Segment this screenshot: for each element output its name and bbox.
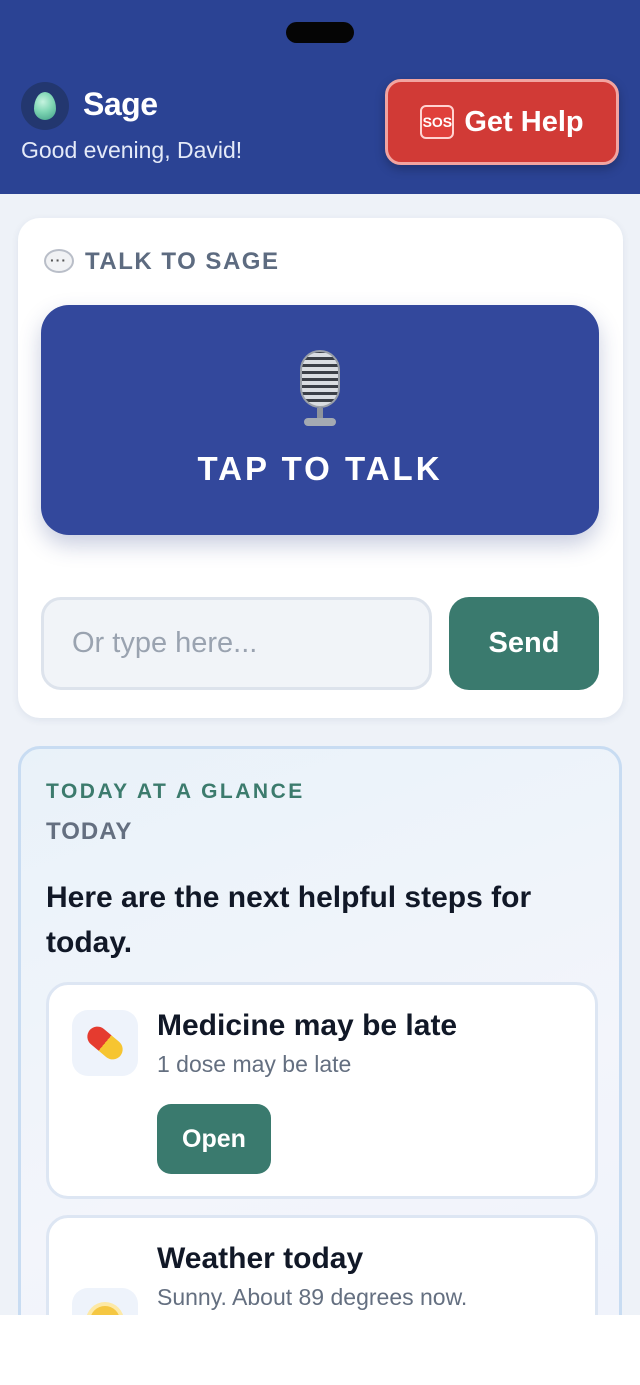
sun-icon	[72, 1288, 138, 1315]
medicine-step-card: Medicine may be late 1 dose may be late …	[46, 982, 598, 1199]
get-help-label: Get Help	[464, 105, 584, 138]
sos-icon: SOS	[420, 105, 455, 139]
tap-to-talk-button[interactable]: TAP TO TALK	[41, 305, 599, 535]
step-description: Sunny. About 89 degrees now.	[157, 1284, 468, 1310]
get-help-button[interactable]: SOS Get Help	[385, 79, 619, 165]
weather-step-card: Weather today Sunny. About 89 degrees no…	[46, 1215, 598, 1315]
talk-section-title: TALK TO SAGE	[85, 248, 280, 275]
today-at-a-glance-card: TODAY AT A GLANCE TODAY Here are the nex…	[18, 746, 622, 1315]
camera-notch	[286, 22, 354, 43]
send-button[interactable]: Send	[449, 597, 599, 690]
pill-icon	[72, 1010, 138, 1076]
step-description: 1 dose may be late	[157, 1051, 352, 1077]
glance-subtitle: TODAY	[46, 818, 133, 845]
glance-lead-text: Here are the next helpful steps for toda…	[46, 881, 532, 959]
microphone-icon	[292, 350, 348, 430]
app-header: Sage Good evening, David! SOS Get Help	[0, 0, 640, 194]
talk-section-header: ··· TALK TO SAGE	[43, 248, 279, 276]
app-screen: Sage Good evening, David! SOS Get Help ·…	[0, 0, 640, 1315]
open-medicine-button[interactable]: Open	[157, 1104, 271, 1174]
logo-drop-shape	[34, 92, 56, 120]
tap-to-talk-label: TAP TO TALK	[197, 450, 443, 487]
step-title: Medicine may be late	[157, 1009, 458, 1042]
greeting-text: Good evening, David!	[21, 137, 243, 163]
app-logo-icon	[21, 82, 69, 130]
step-title: Weather today	[157, 1242, 364, 1275]
speech-bubble-icon: ···	[43, 248, 75, 276]
app-title: Sage	[83, 86, 158, 122]
glance-eyebrow: TODAY AT A GLANCE	[46, 780, 305, 803]
talk-to-sage-card: ··· TALK TO SAGE TAP TO TALK Send	[18, 218, 623, 718]
message-input[interactable]	[41, 597, 432, 690]
